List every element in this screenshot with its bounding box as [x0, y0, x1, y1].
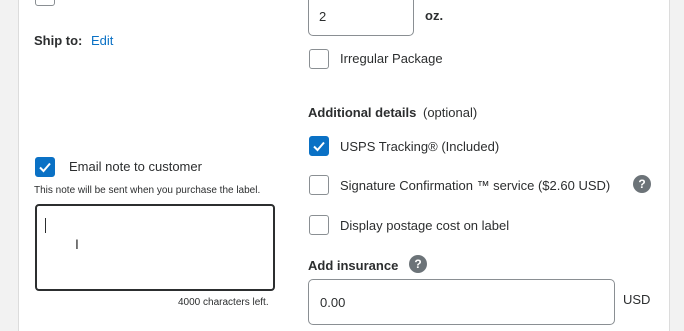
- display-postage-label: Display postage cost on label: [340, 218, 510, 233]
- irregular-package-label: Irregular Package: [340, 51, 443, 66]
- weight-unit-label: oz.: [425, 8, 444, 23]
- signature-help-icon[interactable]: ?: [633, 175, 651, 193]
- text-caret: [45, 218, 46, 233]
- additional-details-title: Additional details: [308, 105, 417, 120]
- chars-left-counter: 4000 characters left.: [178, 297, 269, 308]
- ibeam-cursor-icon: I: [75, 236, 79, 252]
- email-note-textarea[interactable]: I: [35, 204, 275, 291]
- ship-to-edit-link[interactable]: Edit: [91, 33, 113, 48]
- shipping-form-panel: Ship to: Edit Email note to customer Thi…: [18, 0, 670, 331]
- ship-to-label: Ship to:: [34, 33, 83, 48]
- additional-details-optional: (optional): [423, 105, 478, 120]
- usps-tracking-checkbox[interactable]: [309, 136, 329, 156]
- display-postage-checkbox[interactable]: [309, 215, 329, 235]
- insurance-currency-label: USD: [623, 292, 651, 307]
- weight-oz-value: 2: [319, 9, 327, 24]
- top-cut-checkbox[interactable]: [35, 0, 55, 6]
- checkmark-icon: [313, 141, 325, 152]
- usps-tracking-label: USPS Tracking® (Included): [340, 139, 500, 154]
- insurance-amount-value: 0.00: [320, 295, 346, 310]
- add-insurance-title: Add insurance: [308, 258, 399, 273]
- email-note-checkbox[interactable]: [35, 157, 55, 177]
- signature-confirmation-checkbox[interactable]: [309, 175, 329, 195]
- irregular-package-checkbox[interactable]: [309, 49, 329, 69]
- insurance-amount-input[interactable]: 0.00: [308, 279, 615, 325]
- insurance-help-icon[interactable]: ?: [409, 255, 427, 273]
- checkmark-icon: [39, 162, 51, 173]
- email-note-label: Email note to customer: [69, 159, 202, 174]
- weight-oz-input[interactable]: 2: [308, 0, 414, 36]
- email-note-description: This note will be sent when you purchase…: [34, 185, 261, 196]
- signature-confirmation-label: Signature Confirmation ™ service ($2.60 …: [340, 178, 611, 193]
